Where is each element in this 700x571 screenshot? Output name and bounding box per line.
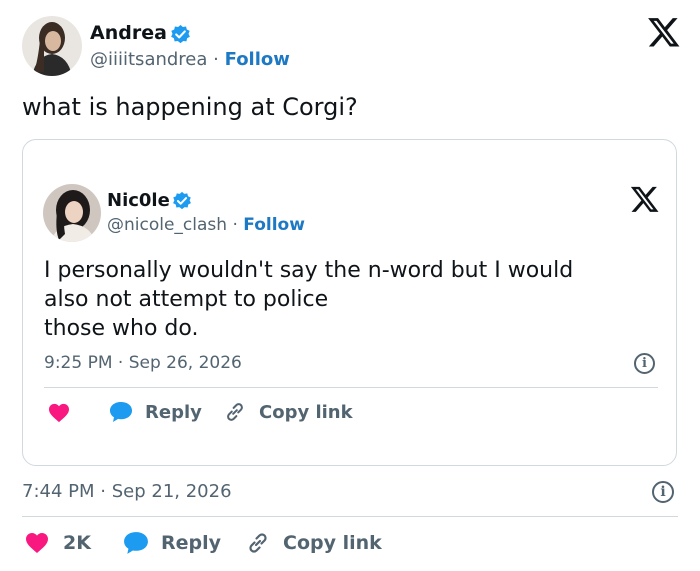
reply-label: Reply	[145, 401, 202, 423]
handle-separator: ·	[213, 49, 219, 70]
verified-badge-icon	[170, 24, 191, 45]
x-logo-icon[interactable]	[629, 185, 659, 215]
quoted-date-separator: ·	[117, 353, 124, 373]
quoted-author-name[interactable]: Nic0le	[107, 190, 170, 211]
copy-link-label: Copy link	[283, 532, 382, 554]
like-button[interactable]: 2K	[25, 531, 91, 555]
info-icon[interactable]: i	[652, 481, 674, 503]
tweet-text: what is happening at Corgi?	[22, 93, 358, 121]
author-avatar[interactable]	[22, 16, 82, 76]
reply-bubble-icon	[109, 401, 133, 423]
author-name[interactable]: Andrea	[90, 22, 167, 44]
heart-icon	[25, 532, 49, 554]
quoted-text-line: also not attempt to police	[44, 287, 329, 312]
info-icon[interactable]: i	[634, 353, 655, 374]
reply-label: Reply	[161, 532, 222, 554]
heart-icon[interactable]	[48, 403, 70, 423]
quoted-date[interactable]: Sep 26, 2026	[129, 353, 242, 373]
quoted-copy-link-button[interactable]: Copy link	[224, 400, 353, 424]
quoted-reply-button[interactable]: Reply	[109, 400, 202, 424]
quoted-follow-button[interactable]: Follow	[243, 215, 305, 235]
reply-bubble-icon	[123, 531, 149, 555]
author-handle[interactable]: @iiiitsandrea	[90, 49, 207, 70]
link-icon	[224, 401, 246, 423]
like-count: 2K	[63, 532, 91, 554]
quoted-handle-separator: ·	[232, 215, 238, 235]
tweet-date-separator: ·	[100, 481, 106, 502]
quoted-divider	[44, 387, 658, 388]
quoted-text-line: I personally wouldn't say the n-word but…	[44, 258, 574, 283]
quoted-time[interactable]: 9:25 PM	[44, 353, 113, 373]
quoted-author-handle[interactable]: @nicole_clash	[107, 215, 227, 235]
copy-link-label: Copy link	[259, 401, 353, 423]
quoted-author-avatar[interactable]	[43, 184, 101, 242]
tweet-divider	[22, 516, 678, 517]
x-logo-icon[interactable]	[646, 16, 680, 50]
copy-link-button[interactable]: Copy link	[246, 531, 382, 555]
follow-button[interactable]: Follow	[225, 49, 290, 70]
quoted-text-line: those who do.	[44, 316, 199, 341]
link-icon	[246, 531, 270, 555]
reply-button[interactable]: Reply	[123, 531, 221, 555]
tweet-date[interactable]: Sep 21, 2026	[112, 481, 232, 502]
tweet-time[interactable]: 7:44 PM	[22, 481, 95, 502]
verified-badge-icon	[172, 191, 192, 211]
quoted-tweet-text: I personally wouldn't say the n-word but…	[44, 256, 573, 343]
